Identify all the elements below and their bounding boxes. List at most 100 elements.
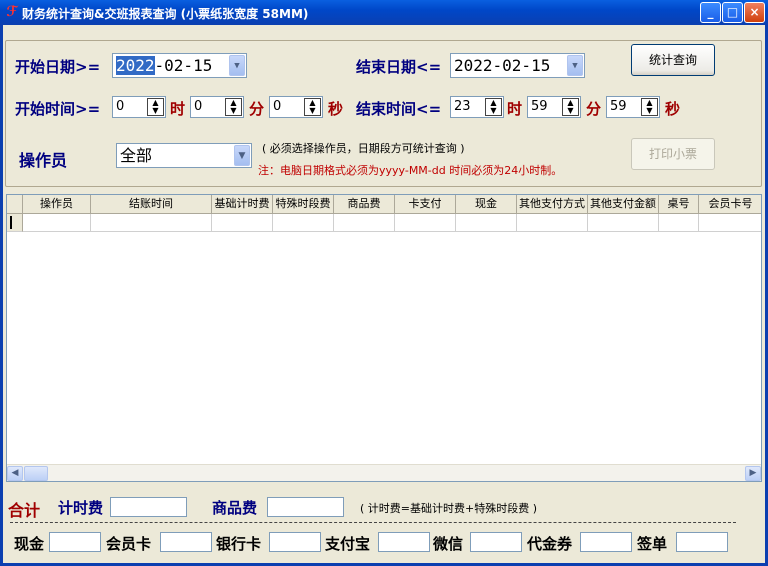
voucher-field[interactable]: [580, 532, 632, 552]
start-second-value: 0: [273, 99, 282, 114]
end-minute-value: 59: [531, 99, 548, 114]
bank-card-label: 银行卡: [216, 535, 262, 553]
column-header[interactable]: 基础计时费: [212, 195, 273, 214]
table-row[interactable]: [7, 214, 761, 232]
start-hour-spinner[interactable]: 0 ▲ ▼: [112, 96, 166, 118]
voucher-label: 代金券: [527, 535, 573, 553]
spin-arrows-icon[interactable]: ▲ ▼: [304, 98, 321, 116]
operator-select[interactable]: 全部 ▼: [116, 143, 252, 168]
column-header[interactable]: 其他支付方式: [517, 195, 588, 214]
goods-fee-field[interactable]: [267, 497, 344, 517]
second-unit: 秒: [665, 100, 681, 118]
horizontal-scrollbar[interactable]: ◀ ▶: [7, 464, 761, 481]
table-cell[interactable]: [456, 214, 517, 232]
spin-arrows-icon[interactable]: ▲ ▼: [485, 98, 502, 116]
timing-fee-field[interactable]: [110, 497, 187, 517]
column-header[interactable]: 会员卡号: [699, 195, 761, 214]
table-cell[interactable]: [273, 214, 334, 232]
end-time-label: 结束时间<=: [356, 100, 442, 118]
end-hour-spinner[interactable]: 23 ▲ ▼: [450, 96, 504, 118]
report-table[interactable]: 操作员 结账时间 基础计时费 特殊时段费 商品费 卡支付 现金 其他支付方式 其…: [6, 194, 762, 482]
start-hour-value: 0: [116, 99, 125, 114]
table-cell[interactable]: [91, 214, 212, 232]
column-header[interactable]: 商品费: [334, 195, 395, 214]
table-header: 操作员 结账时间 基础计时费 特殊时段费 商品费 卡支付 现金 其他支付方式 其…: [7, 195, 761, 214]
column-header[interactable]: 结账时间: [91, 195, 212, 214]
alipay-label: 支付宝: [325, 535, 371, 553]
row-indicator: [7, 214, 23, 232]
app-icon: ℱ: [6, 4, 18, 20]
query-button[interactable]: 统计查询: [631, 44, 715, 76]
spin-arrows-icon[interactable]: ▲ ▼: [641, 98, 658, 116]
end-second-value: 59: [610, 99, 627, 114]
column-header[interactable]: 桌号: [659, 195, 699, 214]
end-minute-spinner[interactable]: 59 ▲ ▼: [527, 96, 581, 118]
hour-unit: 时: [507, 100, 523, 118]
total-label: 合计: [8, 501, 41, 520]
print-receipt-button[interactable]: 打印小票: [631, 138, 715, 170]
sign-label: 签单: [637, 535, 668, 553]
format-note: 注：电脑日期格式必须为yyyy-MM-dd 时间必须为24小时制。: [258, 164, 563, 177]
spin-arrows-icon[interactable]: ▲ ▼: [225, 98, 242, 116]
chevron-down-icon[interactable]: ▼: [234, 145, 250, 166]
spin-arrows-icon[interactable]: ▲ ▼: [562, 98, 579, 116]
start-minute-value: 0: [194, 99, 203, 114]
spin-arrows-icon[interactable]: ▲ ▼: [147, 98, 164, 116]
alipay-field[interactable]: [378, 532, 430, 552]
start-minute-spinner[interactable]: 0 ▲ ▼: [190, 96, 244, 118]
wechat-field[interactable]: [470, 532, 522, 552]
timing-fee-label: 计时费: [58, 499, 104, 517]
end-second-spinner[interactable]: 59 ▲ ▼: [606, 96, 660, 118]
end-date-picker[interactable]: 2022-02-15 ▼: [450, 53, 585, 78]
goods-fee-label: 商品费: [212, 499, 258, 517]
start-second-spinner[interactable]: 0 ▲ ▼: [269, 96, 323, 118]
cash-field[interactable]: [49, 532, 101, 552]
scroll-thumb[interactable]: [24, 466, 48, 481]
end-date-label: 结束日期<=: [356, 58, 442, 76]
title-bar: ℱ 财务统计查询&交班报表查询 (小票纸张宽度 58MM) _ □ ×: [0, 0, 768, 25]
table-cell[interactable]: [517, 214, 588, 232]
table-cell[interactable]: [212, 214, 273, 232]
sign-field[interactable]: [676, 532, 728, 552]
row-indicator-header: [7, 195, 23, 214]
scroll-right-icon[interactable]: ▶: [745, 466, 761, 481]
column-header[interactable]: 卡支付: [395, 195, 456, 214]
table-cell[interactable]: [659, 214, 699, 232]
cash-label: 现金: [14, 535, 45, 553]
column-header[interactable]: 其他支付金额: [588, 195, 659, 214]
wechat-label: 微信: [433, 535, 464, 553]
end-date-value: 2022-02-15: [454, 56, 551, 75]
start-date-label: 开始日期>=: [15, 58, 101, 76]
start-time-label: 开始时间>=: [15, 100, 101, 118]
member-card-label: 会员卡: [106, 535, 152, 553]
table-cell[interactable]: [334, 214, 395, 232]
start-date-picker[interactable]: 2022-02-15 ▼: [112, 53, 247, 78]
second-unit: 秒: [328, 100, 344, 118]
table-cell[interactable]: [23, 214, 91, 232]
column-header[interactable]: 特殊时段费: [273, 195, 334, 214]
table-cell[interactable]: [699, 214, 761, 232]
member-card-field[interactable]: [160, 532, 212, 552]
minimize-button[interactable]: _: [700, 2, 721, 23]
divider: [10, 522, 736, 523]
column-header[interactable]: 操作员: [23, 195, 91, 214]
table-cell[interactable]: [588, 214, 659, 232]
table-cell[interactable]: [395, 214, 456, 232]
operator-label: 操作员: [19, 151, 68, 170]
start-date-year: 2022: [116, 56, 155, 75]
start-date-rest: -02-15: [154, 56, 213, 75]
chevron-down-icon[interactable]: ▼: [229, 55, 245, 76]
maximize-button[interactable]: □: [722, 2, 743, 23]
bank-card-field[interactable]: [269, 532, 321, 552]
operator-note: ( 必须选择操作员，日期段方可统计查询 ): [262, 142, 465, 155]
chevron-down-icon[interactable]: ▼: [567, 55, 583, 76]
operator-value: 全部: [120, 146, 153, 165]
minute-unit: 分: [586, 100, 602, 118]
scroll-left-icon[interactable]: ◀: [7, 466, 23, 481]
formula-note: ( 计时费=基础计时费+特殊时段费 ): [360, 502, 538, 515]
end-hour-value: 23: [454, 99, 471, 114]
window-title: 财务统计查询&交班报表查询 (小票纸张宽度 58MM): [22, 7, 309, 21]
column-header[interactable]: 现金: [456, 195, 517, 214]
close-button[interactable]: ×: [744, 2, 765, 23]
hour-unit: 时: [170, 100, 186, 118]
